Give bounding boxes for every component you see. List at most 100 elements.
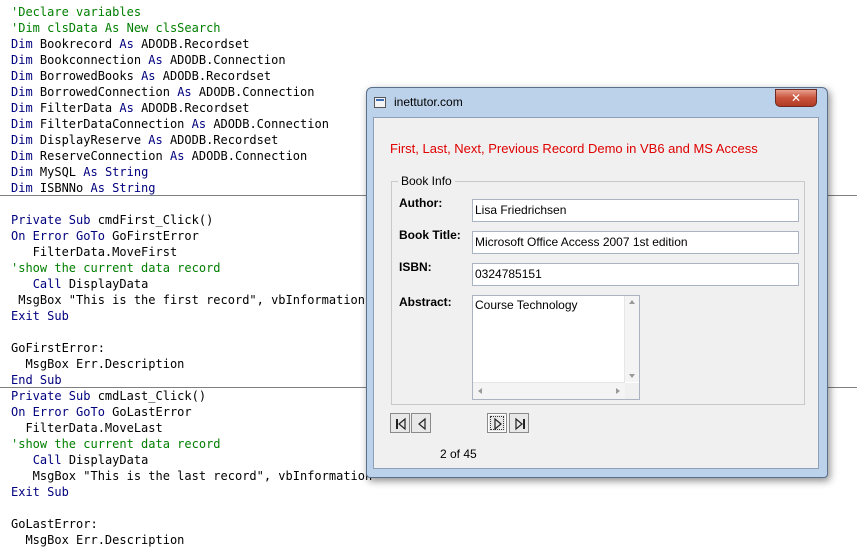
code-line[interactable]: MsgBox "This is the last record", vbInfo… (11, 468, 373, 484)
code-keyword: Dim (11, 149, 33, 163)
code-keyword: Dim (11, 181, 33, 195)
previous-record-button[interactable] (411, 413, 431, 433)
code-line[interactable]: End Sub (11, 372, 62, 388)
code-keyword: As (169, 149, 185, 163)
code-line[interactable]: Dim FilterData As ADODB.Recordset (11, 100, 249, 116)
code-text: BorrowedBooks (32, 69, 142, 83)
code-line[interactable]: FilterData.MoveLast (11, 420, 163, 436)
code-line[interactable]: Dim Bookrecord As ADODB.Recordset (11, 36, 249, 52)
code-line[interactable]: Call DisplayData (11, 276, 149, 292)
code-line[interactable]: GoFirstError: (11, 340, 105, 356)
code-comment: 'show the current data record (11, 261, 221, 275)
code-line[interactable]: Dim BorrowedBooks As ADODB.Recordset (11, 68, 271, 84)
code-line[interactable]: Dim ISBNNo As String (11, 180, 156, 196)
code-line[interactable]: Dim ReserveConnection As ADODB.Connectio… (11, 148, 307, 164)
code-keyword: End Sub (11, 373, 62, 387)
record-counter: 2 of 45 (440, 447, 477, 461)
code-line[interactable]: Exit Sub (11, 308, 69, 324)
code-keyword: Dim (11, 117, 33, 131)
first-record-icon (396, 417, 406, 431)
code-text: Bookconnection (32, 53, 149, 67)
scroll-down-icon[interactable] (629, 374, 635, 378)
code-keyword: On Error GoTo (11, 405, 105, 419)
code-comment: 'Declare variables (11, 5, 142, 19)
code-text: GoFirstError (104, 229, 199, 243)
scroll-up-icon[interactable] (629, 300, 635, 304)
code-keyword: Dim (11, 69, 33, 83)
code-line[interactable]: Dim MySQL As String (11, 164, 148, 180)
code-text: GoLastError: (11, 517, 98, 531)
code-keyword: Call (32, 277, 62, 291)
code-keyword: Private Sub (11, 389, 91, 403)
author-field[interactable]: Lisa Friedrichsen (472, 199, 799, 222)
scroll-right-icon[interactable] (616, 388, 620, 394)
code-line[interactable]: On Error GoTo GoLastError (11, 404, 192, 420)
code-text: MySQL (32, 165, 84, 179)
code-line[interactable]: Call DisplayData (11, 452, 149, 468)
code-line[interactable]: 'Dim clsData As New clsSearch (11, 20, 221, 36)
next-record-icon (494, 417, 502, 431)
app-dialog-window: inettutor.com ✕ First, Last, Next, Previ… (366, 87, 828, 478)
code-line[interactable]: MsgBox Err.Description (11, 356, 184, 372)
code-line[interactable]: MsgBox "This is the first record", vbInf… (11, 292, 365, 308)
code-line[interactable]: MsgBox Err.Description (11, 532, 184, 548)
code-text: DisplayData (61, 453, 149, 467)
code-line[interactable]: 'Declare variables (11, 4, 141, 20)
title-bar[interactable]: inettutor.com ✕ (367, 88, 827, 117)
last-record-button[interactable] (509, 413, 529, 433)
code-text: ADODB.Connection (162, 53, 286, 67)
code-text: MsgBox Err.Description (11, 357, 185, 371)
code-line[interactable]: Dim Bookconnection As ADODB.Connection (11, 52, 286, 68)
code-keyword: Exit Sub (11, 485, 69, 499)
code-line[interactable]: FilterData.MoveFirst (11, 244, 178, 260)
code-line[interactable]: Dim DisplayReserve As ADODB.Recordset (11, 132, 278, 148)
app-window-icon (374, 97, 386, 108)
code-keyword: Dim (11, 165, 33, 179)
code-text: FilterData.MoveLast (11, 421, 163, 435)
code-keyword: As (191, 117, 207, 131)
code-text: ADODB.Recordset (162, 133, 279, 147)
code-comment: 'show the current data record (11, 437, 221, 451)
code-keyword: Dim (11, 37, 33, 51)
abstract-horizontal-scrollbar[interactable] (473, 382, 625, 399)
code-keyword: On Error GoTo (11, 229, 105, 243)
code-line[interactable]: Exit Sub (11, 484, 69, 500)
code-text: MsgBox "This is the first record", vbInf… (11, 293, 366, 307)
book-info-group: Book Info Author: Lisa Friedrichsen Book… (391, 174, 805, 405)
code-line[interactable]: On Error GoTo GoFirstError (11, 228, 199, 244)
code-keyword: Private Sub (11, 213, 91, 227)
book-title-field[interactable]: Microsoft Office Access 2007 1st edition (472, 231, 799, 254)
code-text: ADODB.Recordset (133, 37, 250, 51)
code-comment: 'Dim clsData As New clsSearch (11, 21, 221, 35)
code-line[interactable]: Private Sub cmdLast_Click() (11, 388, 206, 404)
code-line[interactable]: GoLastError: (11, 516, 98, 532)
code-line[interactable]: Dim BorrowedConnection As ADODB.Connecti… (11, 84, 314, 100)
book-info-group-title: Book Info (398, 174, 455, 188)
code-text: Bookrecord (32, 37, 120, 51)
next-record-button[interactable] (487, 413, 507, 433)
demo-heading: First, Last, Next, Previous Record Demo … (390, 141, 758, 156)
code-keyword: Dim (11, 53, 33, 67)
book-title-label: Book Title: (399, 228, 461, 242)
code-line[interactable]: Private Sub cmdFirst_Click() (11, 212, 213, 228)
code-text: cmdFirst_Click() (90, 213, 214, 227)
code-keyword: As (141, 69, 156, 83)
scroll-left-icon[interactable] (478, 388, 482, 394)
isbn-field[interactable]: 0324785151 (472, 263, 799, 286)
close-icon: ✕ (790, 91, 802, 105)
abstract-text: Course Technology (475, 298, 578, 312)
abstract-label: Abstract: (399, 295, 452, 309)
code-line[interactable]: 'show the current data record (11, 260, 221, 276)
close-button[interactable]: ✕ (775, 89, 817, 107)
code-keyword: Dim (11, 85, 33, 99)
abstract-vertical-scrollbar[interactable] (624, 296, 639, 382)
code-line[interactable]: Dim FilterDataConnection As ADODB.Connec… (11, 116, 329, 132)
code-text: GoLastError (104, 405, 192, 419)
code-keyword: As (119, 37, 134, 51)
abstract-field[interactable]: Course Technology (472, 295, 640, 400)
code-line[interactable]: 'show the current data record (11, 436, 221, 452)
code-text: ReserveConnection (32, 149, 170, 163)
first-record-button[interactable] (390, 413, 410, 433)
